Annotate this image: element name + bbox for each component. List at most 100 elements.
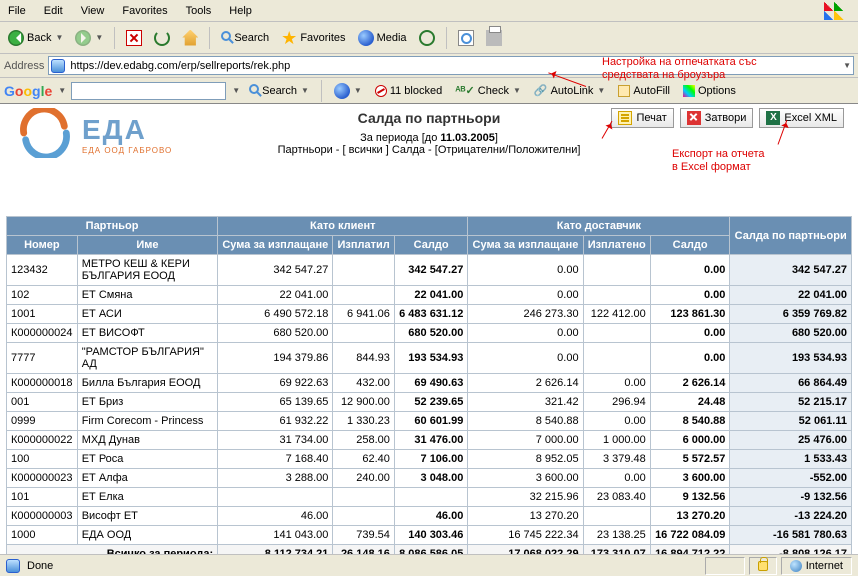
google-search-input[interactable] [71, 82, 226, 100]
stop-button[interactable] [122, 29, 146, 47]
windows-logo-icon [824, 2, 844, 20]
google-toolbar: Google▼ ▼ Search▼ ▼ 11 blocked ᴬᴮ✓Check▼… [0, 78, 858, 104]
google-search-button[interactable]: Search▼ [245, 84, 313, 98]
cell-name: МЕТРО КЕШ & КЕРИ БЪЛГАРИЯ ЕООД [77, 255, 217, 286]
cell-supplier-paid: 0.00 [583, 469, 650, 488]
cell-client-due: 6 490 572.18 [218, 305, 333, 324]
cell-name: Firm Corecom - Princess [77, 412, 217, 431]
cell-client-balance: 140 303.46 [394, 526, 467, 545]
address-bar: Address ▼ [0, 54, 858, 78]
menu-bar: File Edit View Favorites Tools Help [0, 0, 858, 22]
cell-client-due: 342 547.27 [218, 255, 333, 286]
cell-client-paid [333, 286, 394, 305]
cell-supplier-paid: 0.00 [583, 374, 650, 393]
back-button[interactable]: Back ▼ [4, 29, 67, 47]
cell-client-due: 680 520.00 [218, 324, 333, 343]
table-row: К000000023ЕТ Алфа3 288.00240.003 048.003… [7, 469, 852, 488]
cell-total: -16 581 780.63 [730, 526, 852, 545]
menu-tools[interactable]: Tools [182, 3, 216, 19]
company-logo: ЕДА ЕДА ООД ГАБРОВО [16, 108, 172, 161]
cell-total: 52 061.11 [730, 412, 852, 431]
google-check-button[interactable]: ᴬᴮ✓Check▼ [451, 83, 525, 98]
table-row: К000000024ЕТ ВИСОФТ680 520.00680 520.000… [7, 324, 852, 343]
cell-client-paid: 62.40 [333, 450, 394, 469]
cell-number: 1000 [7, 526, 78, 545]
forward-button[interactable]: ▼ [71, 29, 107, 47]
cell-supplier-paid: 23 138.25 [583, 526, 650, 545]
cell-number: К000000022 [7, 431, 78, 450]
cell-supplier-due: 2 626.14 [468, 374, 583, 393]
table-row: 1001ЕТ АСИ6 490 572.186 941.066 483 631.… [7, 305, 852, 324]
cell-client-balance: 69 490.63 [394, 374, 467, 393]
print-icon [618, 111, 632, 125]
cell-number: К000000023 [7, 469, 78, 488]
autofill-icon [618, 85, 630, 97]
cell-number: 101 [7, 488, 78, 507]
star-icon: ★ [281, 31, 297, 45]
table-row: К000000003Висофт ЕТ46.0046.0013 270.2013… [7, 507, 852, 526]
cell-client-paid: 12 900.00 [333, 393, 394, 412]
google-earth-button[interactable]: ▼ [330, 82, 366, 100]
cell-name: ЕТ Елка [77, 488, 217, 507]
menu-help[interactable]: Help [225, 3, 256, 19]
print-button[interactable] [482, 29, 506, 47]
cell-total: 342 547.27 [730, 255, 852, 286]
cell-client-due: 141 043.00 [218, 526, 333, 545]
cell-name: МХД Дунав [77, 431, 217, 450]
home-button[interactable] [178, 29, 202, 47]
cell-total: 680 520.00 [730, 324, 852, 343]
address-input-wrapper[interactable]: ▼ [48, 56, 854, 75]
th-saldo: Салдо [394, 236, 467, 255]
google-blocked-button[interactable]: 11 blocked [371, 84, 446, 98]
table-row: 102ЕТ Смяна22 041.0022 041.000.000.0022 … [7, 286, 852, 305]
page-icon [51, 59, 65, 73]
report-header: ЕДА ЕДА ООД ГАБРОВО Салда по партньори З… [6, 108, 852, 156]
menu-view[interactable]: View [77, 3, 109, 19]
cell-total: 1 533.43 [730, 450, 852, 469]
magnify-page-icon [458, 30, 474, 46]
search-button[interactable]: Search [217, 31, 273, 45]
address-input[interactable] [68, 59, 842, 73]
cell-client-paid: 844.93 [333, 343, 394, 374]
th-amount-due: Сума за изплащане [218, 236, 333, 255]
google-autofill-button[interactable]: AutoFill [614, 84, 674, 98]
cell-supplier-due: 321.42 [468, 393, 583, 412]
th-amount-due: Сума за изплащане [468, 236, 583, 255]
chevron-down-icon[interactable]: ▼ [843, 61, 851, 70]
print-preview-button[interactable] [454, 29, 478, 47]
history-button[interactable] [415, 29, 439, 47]
cell-supplier-due: 246 273.30 [468, 305, 583, 324]
cell-total: 193 534.93 [730, 343, 852, 374]
print-report-button[interactable]: Печат [611, 108, 673, 128]
cell-client-paid [333, 255, 394, 286]
menu-file[interactable]: File [4, 3, 30, 19]
spellcheck-icon: ᴬᴮ✓ [455, 84, 475, 97]
cell-client-balance: 22 041.00 [394, 286, 467, 305]
block-icon [375, 85, 387, 97]
cell-client-due: 61 932.22 [218, 412, 333, 431]
table-row: 123432МЕТРО КЕШ & КЕРИ БЪЛГАРИЯ ЕООД342 … [7, 255, 852, 286]
table-row: К000000018Билла България ЕООД69 922.6343… [7, 374, 852, 393]
cell-client-balance: 7 106.00 [394, 450, 467, 469]
favorites-button[interactable]: ★ Favorites [277, 30, 349, 46]
cell-number: 7777 [7, 343, 78, 374]
cell-supplier-paid: 122 412.00 [583, 305, 650, 324]
google-autolink-button[interactable]: 🔗AutoLink▼ [530, 83, 609, 98]
cell-client-paid: 258.00 [333, 431, 394, 450]
excel-export-button[interactable]: XExcel XML [759, 108, 844, 128]
refresh-button[interactable] [150, 29, 174, 47]
cell-client-paid [333, 507, 394, 526]
cell-total: 22 041.00 [730, 286, 852, 305]
cell-client-due: 69 922.63 [218, 374, 333, 393]
cell-client-due: 7 168.40 [218, 450, 333, 469]
google-logo[interactable]: Google [4, 83, 52, 99]
menu-favorites[interactable]: Favorites [118, 3, 171, 19]
cell-supplier-due: 0.00 [468, 343, 583, 374]
th-as-client: Като клиент [218, 217, 468, 236]
close-report-button[interactable]: Затвори [680, 108, 754, 128]
cell-supplier-paid [583, 255, 650, 286]
google-options-button[interactable]: Options [679, 84, 740, 98]
browser-toolbar: Back ▼ ▼ Search ★ Favorites Media [0, 22, 858, 54]
media-button[interactable]: Media [354, 29, 411, 47]
menu-edit[interactable]: Edit [40, 3, 67, 19]
